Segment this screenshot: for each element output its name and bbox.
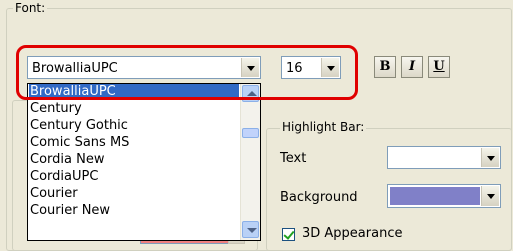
font-group-legend: Font:: [13, 1, 48, 15]
italic-button[interactable]: I: [401, 56, 423, 78]
underline-button[interactable]: U: [428, 56, 450, 78]
font-option[interactable]: Century Gothic: [30, 118, 128, 133]
background-color-combo[interactable]: [387, 184, 501, 208]
highlight-bar-legend: Highlight Bar:: [280, 120, 367, 134]
font-option[interactable]: Cordia New: [30, 152, 104, 167]
scroll-thumb[interactable]: [242, 128, 259, 138]
background-color-dropdown-button[interactable]: [481, 186, 499, 206]
font-option[interactable]: Comic Sans MS: [30, 135, 129, 150]
annotation-highlight-ring: [16, 45, 358, 100]
background-color-label: Background: [280, 190, 358, 205]
font-option[interactable]: CordiaUPC: [30, 169, 98, 184]
text-color-dropdown-button[interactable]: [481, 148, 499, 167]
text-color-swatch: [390, 149, 480, 166]
text-color-combo[interactable]: [387, 146, 501, 169]
scroll-down-arrow-icon[interactable]: [242, 221, 259, 238]
font-option[interactable]: Century: [30, 101, 82, 116]
appearance-3d-label: 3D Appearance: [302, 226, 403, 241]
bold-button[interactable]: B: [374, 56, 396, 78]
font-option[interactable]: Courier: [30, 186, 78, 201]
background-color-swatch: [390, 187, 480, 205]
font-list-scrollbar[interactable]: [240, 84, 260, 240]
font-dropdown-list[interactable]: BrowalliaUPC Century Century Gothic Comi…: [27, 83, 261, 241]
appearance-3d-checkbox[interactable]: [282, 228, 295, 241]
text-color-label: Text: [280, 151, 307, 166]
font-option[interactable]: Courier New: [30, 203, 110, 218]
